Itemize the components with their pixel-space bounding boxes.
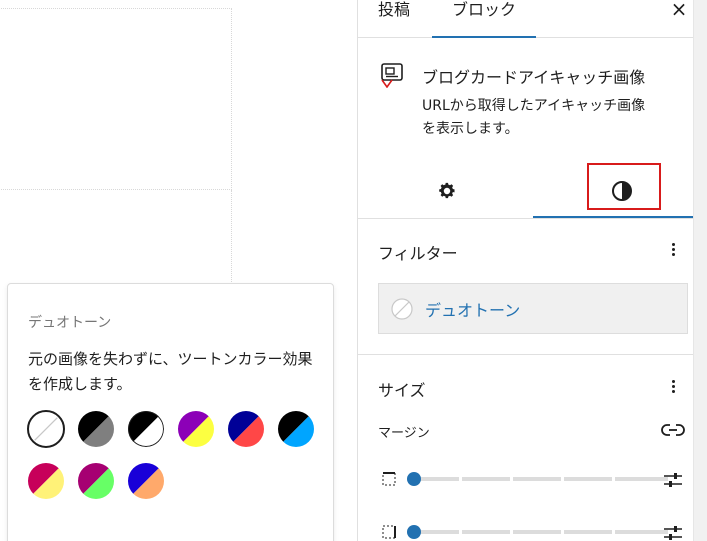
size-options-button[interactable] xyxy=(666,378,680,398)
block-description: URLから取得したアイキャッチ画像を表示します。 xyxy=(422,98,646,137)
margin-right-slider xyxy=(378,521,688,541)
duotone-popover: デュオトーン 元の画像を失わずに、ツートンカラー効果を作成します。 xyxy=(7,283,334,541)
link-sides-icon[interactable] xyxy=(661,421,685,439)
sidebar-tabs: 投稿 ブロック × xyxy=(358,0,694,38)
duotone-swatch-dark-grayscale[interactable] xyxy=(78,411,114,447)
margin-top-slider xyxy=(378,468,688,492)
size-section-title: サイズ xyxy=(378,381,426,400)
block-type-icon xyxy=(381,63,403,88)
slider-track[interactable] xyxy=(413,530,668,534)
section-divider xyxy=(358,218,694,219)
no-duotone-icon xyxy=(391,298,413,320)
duotone-button[interactable]: デュオトーン xyxy=(378,283,688,334)
slider-thumb[interactable] xyxy=(407,472,421,486)
gear-icon xyxy=(439,182,455,199)
sidebar-scrollbar[interactable] xyxy=(693,0,707,541)
duotone-swatch-purple-yellow[interactable] xyxy=(178,411,214,447)
tab-block[interactable]: ブロック xyxy=(432,0,536,38)
duotone-swatch-none[interactable] xyxy=(27,410,65,448)
duotone-swatch-midnight[interactable] xyxy=(278,411,314,447)
settings-sidebar: 投稿 ブロック × ブログカードアイキャッチ画像 URLから取得したアイキャッチ… xyxy=(357,0,694,541)
duotone-swatch-grayscale[interactable] xyxy=(128,411,164,447)
custom-value-icon[interactable] xyxy=(662,469,684,491)
filter-section-title: フィルター xyxy=(378,244,458,263)
slider-thumb[interactable] xyxy=(407,525,421,539)
canvas-block-outline xyxy=(0,8,232,190)
duotone-swatch-blue-orange[interactable] xyxy=(128,463,164,499)
filter-options-button[interactable] xyxy=(666,241,680,261)
margin-top-side-icon xyxy=(382,472,396,486)
canvas-guide-line xyxy=(231,190,232,290)
duotone-swatch-purple-green[interactable] xyxy=(78,463,114,499)
duotone-swatch-blue-red[interactable] xyxy=(228,411,264,447)
popover-description: 元の画像を失わずに、ツートンカラー効果を作成します。 xyxy=(28,350,313,393)
popover-title: デュオトーン xyxy=(28,315,112,331)
custom-value-icon[interactable] xyxy=(662,522,684,541)
block-card: ブログカードアイキャッチ画像 URLから取得したアイキャッチ画像を表示します。 xyxy=(358,38,694,218)
tab-post[interactable]: 投稿 xyxy=(378,0,410,38)
margin-right-side-icon xyxy=(382,525,396,539)
duotone-swatch-magenta-yellow[interactable] xyxy=(28,463,64,499)
close-sidebar-button[interactable]: × xyxy=(668,0,690,22)
highlight-frame xyxy=(587,163,661,210)
slider-track[interactable] xyxy=(413,477,668,481)
block-title: ブログカードアイキャッチ画像 xyxy=(422,68,646,87)
section-divider xyxy=(358,354,694,355)
duotone-label: デュオトーン xyxy=(425,301,521,320)
margin-label: マージン xyxy=(378,426,430,441)
